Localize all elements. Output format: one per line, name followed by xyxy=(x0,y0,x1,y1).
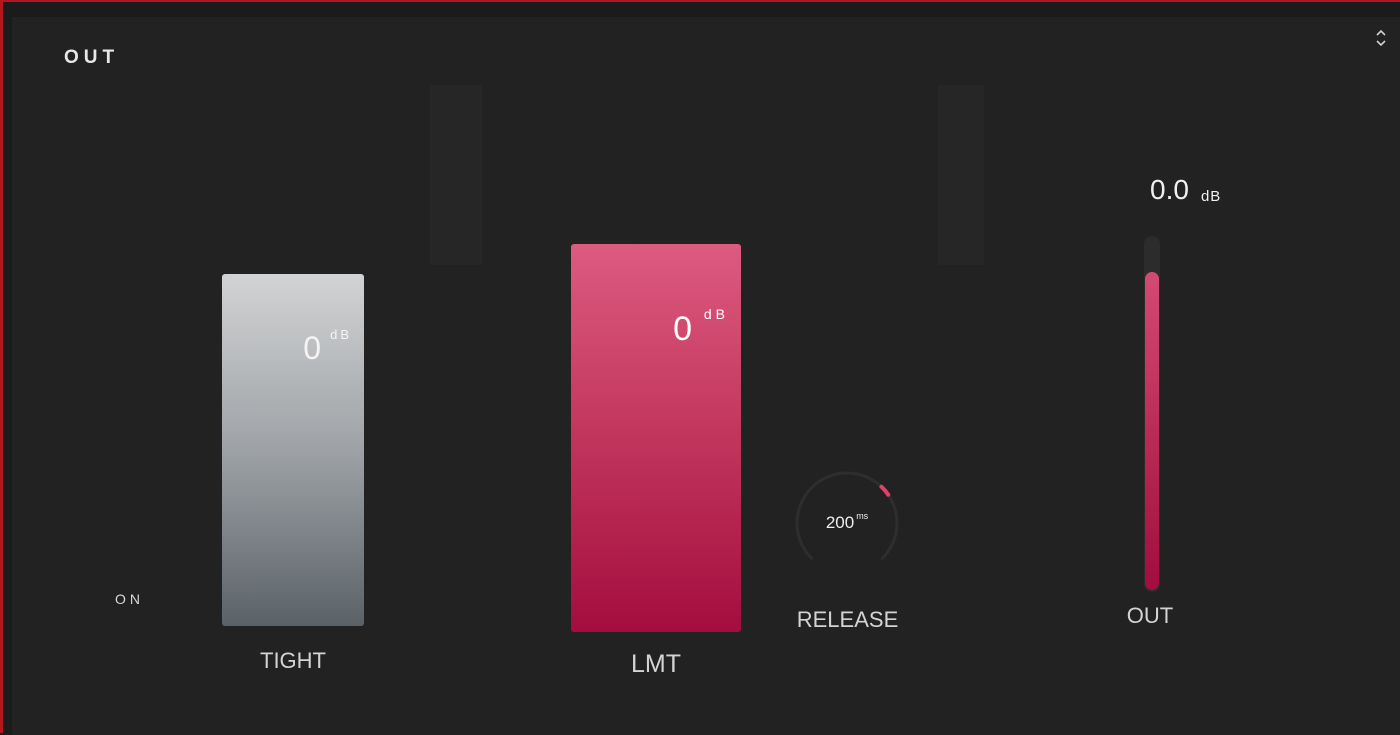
lmt-label: LMT xyxy=(631,650,681,678)
lmt-unit: dB xyxy=(703,306,729,322)
release-value-text: 200 ms xyxy=(793,511,901,533)
tight-label: TIGHT xyxy=(260,648,326,673)
lmt-fader[interactable]: 0 dB xyxy=(571,244,741,632)
release-value: 200 xyxy=(825,513,855,532)
lmt-value: 0 xyxy=(673,310,692,348)
release-label: RELEASE xyxy=(796,607,899,632)
out-unit: dB xyxy=(1200,188,1222,205)
gr-meter-ghost-right xyxy=(938,85,984,265)
out-slider[interactable] xyxy=(1144,236,1160,592)
tight-unit: dB xyxy=(330,327,352,342)
tight-value: 0 xyxy=(303,330,321,366)
tight-fader[interactable]: 0 dB xyxy=(222,274,364,626)
out-label: OUT xyxy=(1126,603,1174,628)
collapse-chevrons-icon[interactable] xyxy=(1372,28,1390,48)
release-knob[interactable]: 200 ms xyxy=(793,469,901,577)
gr-meter-ghost-left xyxy=(430,85,482,265)
out-value: 0.0 xyxy=(1150,174,1189,205)
release-unit: ms xyxy=(856,511,869,521)
out-readout: 0.0 dB xyxy=(1150,174,1221,206)
on-toggle[interactable]: ON xyxy=(115,591,144,607)
section-title: OUT xyxy=(64,47,120,68)
